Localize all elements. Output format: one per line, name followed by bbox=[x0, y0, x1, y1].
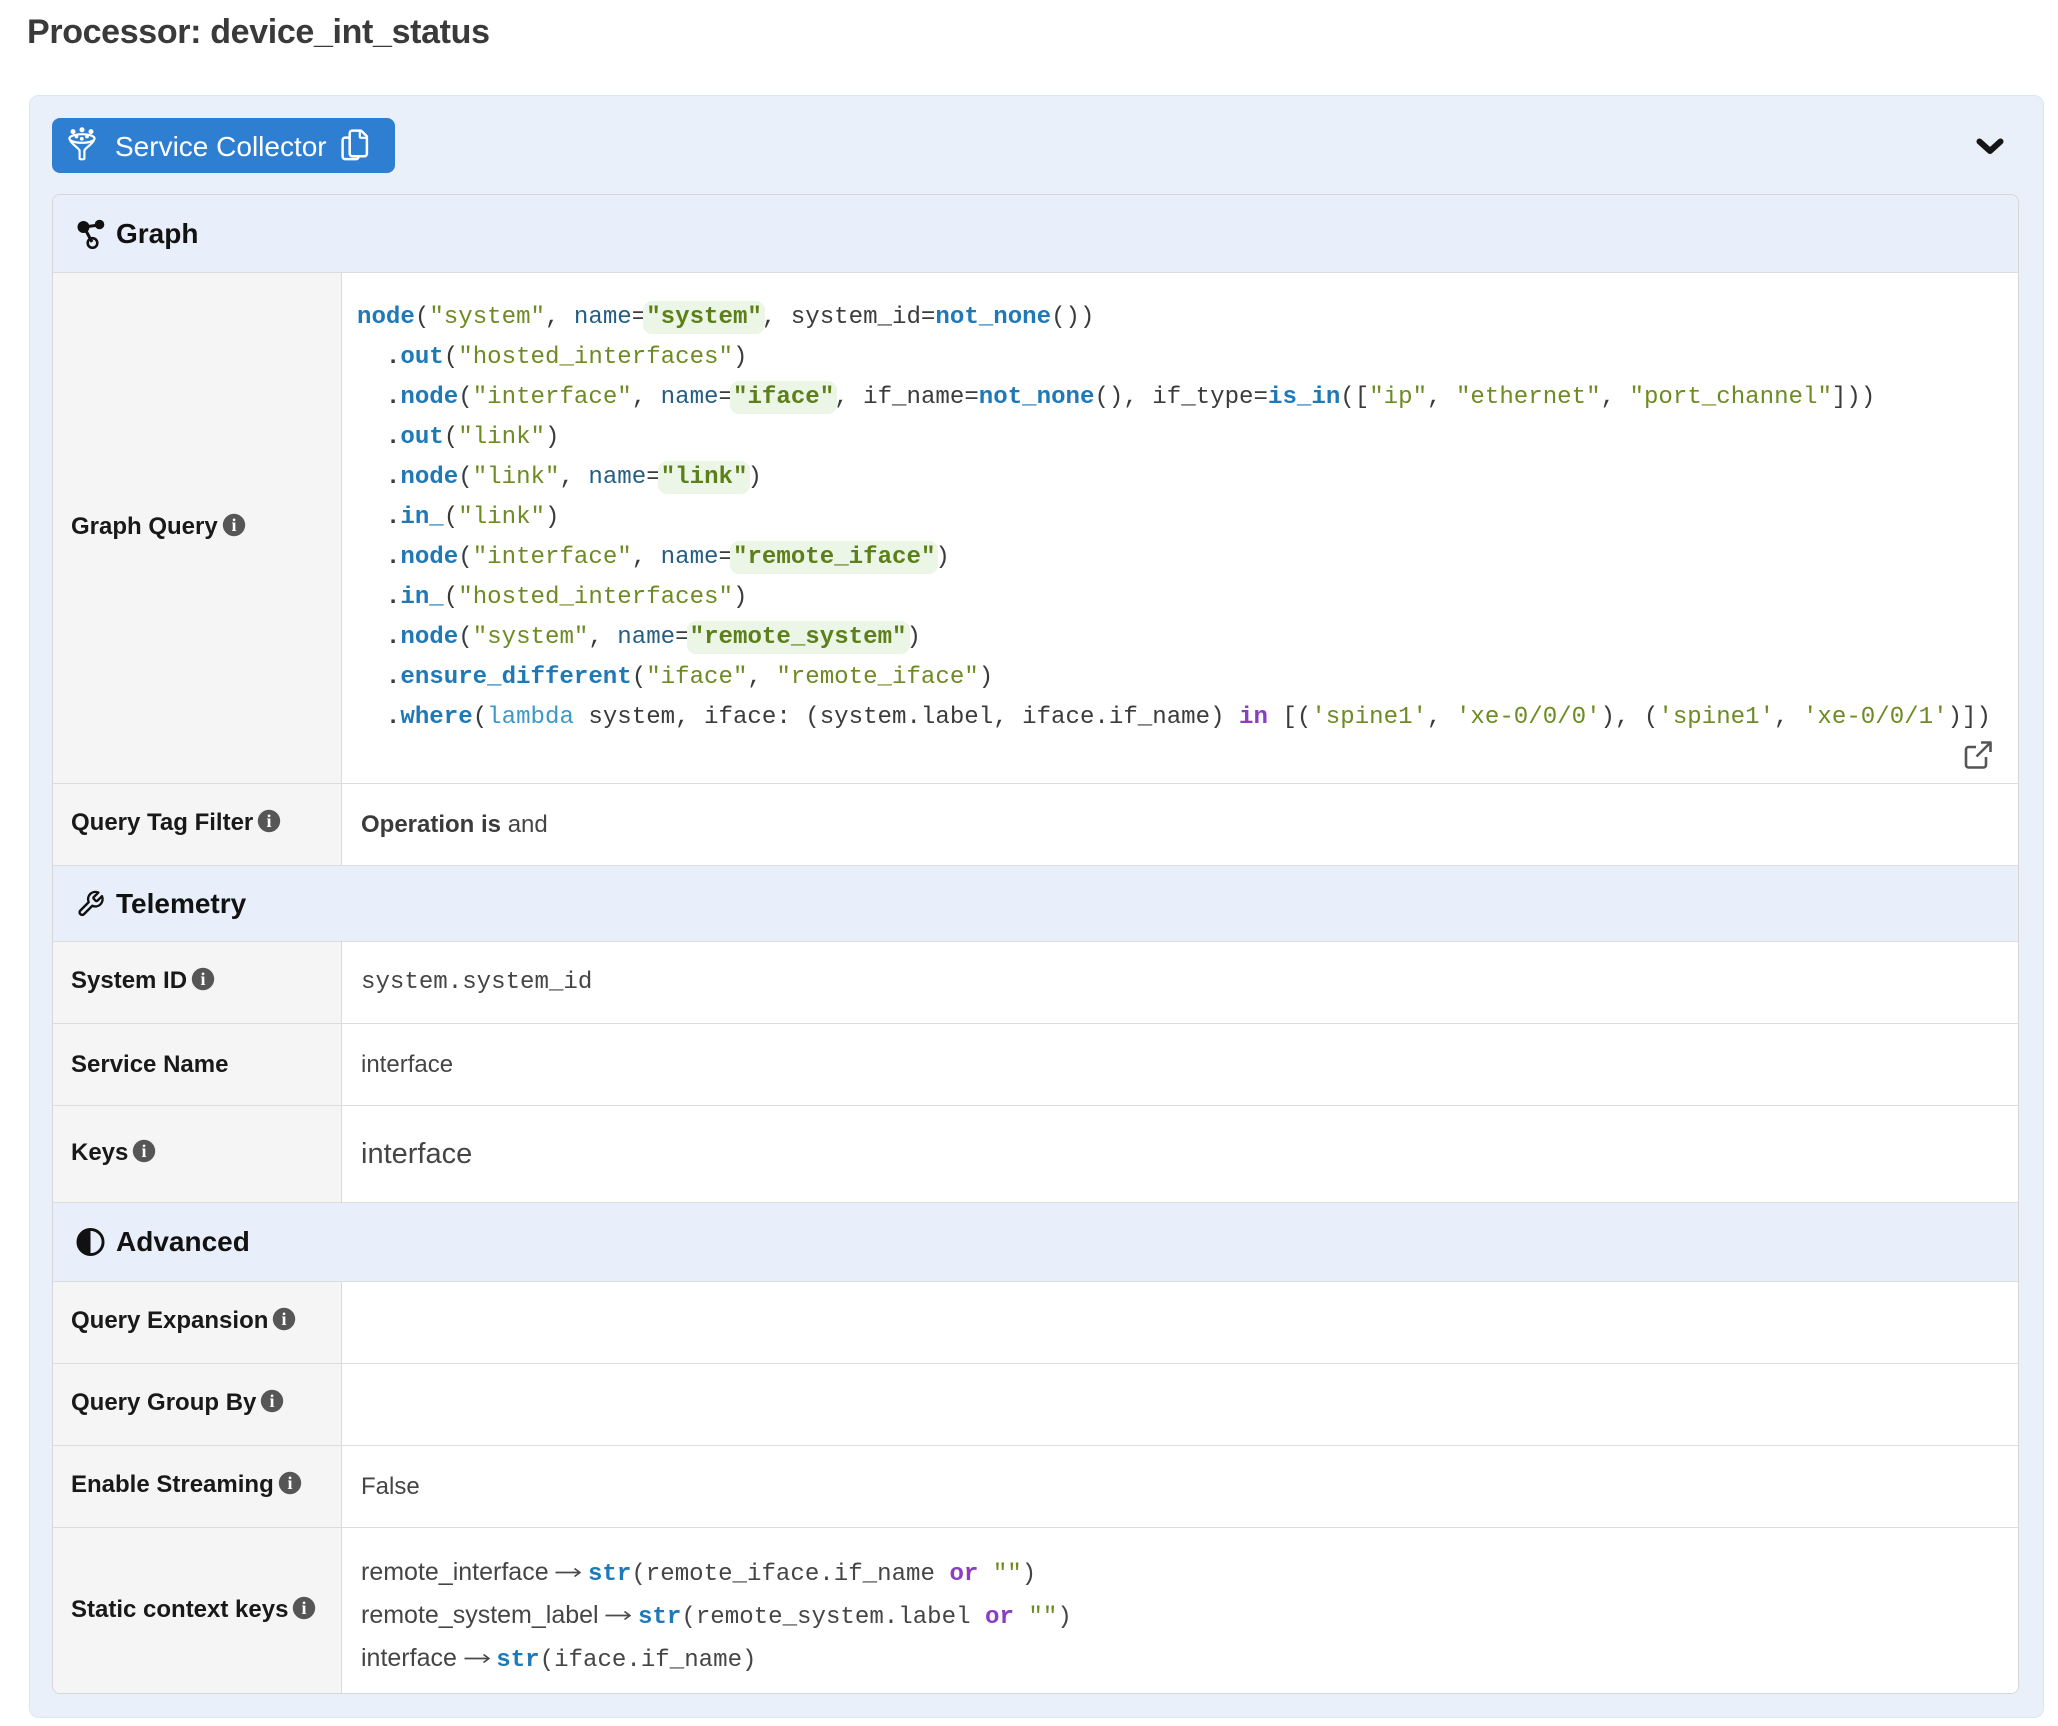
svg-text:i: i bbox=[267, 811, 272, 831]
svg-text:i: i bbox=[282, 1309, 287, 1329]
svg-text:i: i bbox=[302, 1598, 307, 1618]
svg-text:i: i bbox=[231, 515, 236, 535]
svg-text:i: i bbox=[270, 1391, 275, 1411]
svg-text:i: i bbox=[201, 969, 206, 989]
svg-text:i: i bbox=[287, 1473, 292, 1493]
svg-text:i: i bbox=[142, 1141, 147, 1161]
